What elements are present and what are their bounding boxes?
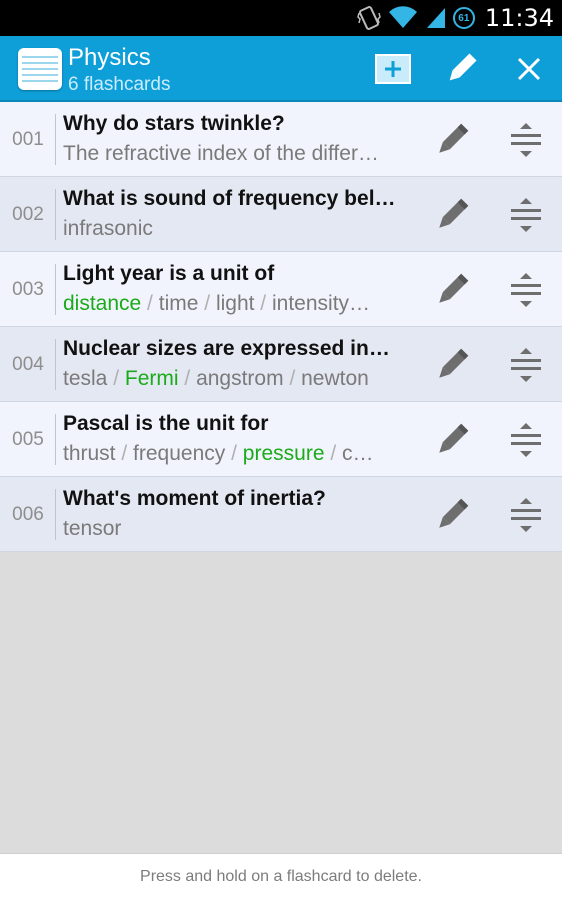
answer-option: infrasonic (63, 217, 153, 240)
battery-icon: 61 (452, 7, 475, 29)
answer-option: tensor (63, 517, 122, 540)
reorder-icon (511, 198, 541, 232)
answer-option: thrust (63, 442, 116, 465)
answer-option: intensity… (271, 292, 371, 315)
flashcard-row[interactable]: 006 What's moment of inertia? tensor (0, 477, 562, 552)
flashcard-answers: infrasonic (63, 217, 403, 241)
edit-flashcard-button[interactable] (424, 264, 480, 316)
signal-icon (425, 6, 447, 30)
answer-option: light (215, 292, 255, 315)
flashcard-answers: The refractive index of the differ… (63, 142, 403, 166)
answer-separator: / (178, 367, 197, 390)
edit-flashcard-button[interactable] (424, 114, 480, 166)
flashcard-number: 002 (0, 177, 56, 252)
answer-separator: / (283, 367, 302, 390)
status-bar: 61 11:34 (0, 0, 562, 36)
correct-answer: pressure (242, 442, 325, 465)
answer-separator: / (115, 442, 134, 465)
flashcard-answers: tesla / Fermi / angstrom / newton (63, 367, 403, 391)
answer-option: angstrom (196, 367, 284, 390)
edit-flashcard-button[interactable] (424, 414, 480, 466)
flashcard-number: 005 (0, 402, 56, 477)
flashcard-answers: tensor (63, 517, 403, 541)
flashcard-answers: distance / time / light / intensity… (63, 292, 403, 316)
pencil-icon (439, 123, 469, 153)
reorder-icon (511, 123, 541, 157)
reorder-handle[interactable] (500, 414, 552, 466)
flashcard-number: 003 (0, 252, 56, 327)
reorder-handle[interactable] (500, 189, 552, 241)
reorder-icon (511, 273, 541, 307)
flashcard-number: 006 (0, 477, 56, 552)
status-icons: 61 11:34 (356, 0, 554, 36)
flashcard-row[interactable]: 004 Nuclear sizes are expressed in… tesl… (0, 327, 562, 402)
correct-answer: Fermi (124, 367, 179, 390)
reorder-icon (511, 498, 541, 532)
reorder-icon (511, 348, 541, 382)
answer-option: newton (301, 367, 369, 390)
edit-flashcard-button[interactable] (424, 189, 480, 241)
clock: 11:34 (484, 4, 554, 32)
add-icon (375, 54, 411, 84)
pencil-icon (439, 498, 469, 528)
reorder-handle[interactable] (500, 114, 552, 166)
flashcard-row[interactable]: 005 Pascal is the unit for thrust / freq… (0, 402, 562, 477)
edit-flashcard-button[interactable] (424, 339, 480, 391)
flashcard-answers: thrust / frequency / pressure / c… (63, 442, 403, 466)
flashcard-count: 6 flashcards (68, 74, 171, 95)
answer-option: frequency (133, 442, 226, 465)
answer-option: time (158, 292, 199, 315)
flashcard-row[interactable]: 001 Why do stars twinkle? The refractive… (0, 102, 562, 177)
action-bar: Physics 6 flashcards (0, 36, 562, 102)
flashcard-row[interactable]: 002 What is sound of frequency bel… infr… (0, 177, 562, 252)
close-button[interactable] (496, 36, 562, 102)
deck-title: Physics (68, 44, 151, 71)
deck-icon[interactable] (18, 48, 62, 90)
correct-answer: distance (63, 292, 142, 315)
reorder-icon (511, 423, 541, 457)
wifi-icon (387, 6, 419, 30)
pencil-icon (439, 423, 469, 453)
flashcard-list: 001 Why do stars twinkle? The refractive… (0, 102, 562, 552)
flashcard-question: Pascal is the unit for (63, 412, 269, 435)
answer-option: c… (342, 442, 374, 465)
edit-deck-button[interactable] (428, 36, 494, 102)
pencil-icon (439, 273, 469, 303)
reorder-handle[interactable] (500, 264, 552, 316)
answer-separator: / (324, 442, 343, 465)
close-icon (517, 57, 541, 81)
vibrate-icon (356, 5, 381, 31)
edit-flashcard-button[interactable] (424, 489, 480, 541)
pencil-icon (439, 348, 469, 378)
add-flashcard-button[interactable] (360, 36, 426, 102)
reorder-handle[interactable] (500, 489, 552, 541)
answer-separator: / (225, 442, 243, 465)
flashcard-question: What is sound of frequency bel… (63, 187, 396, 210)
edit-icon (449, 53, 477, 81)
footer-hint: Press and hold on a flashcard to delete. (0, 853, 562, 900)
flashcard-question: Why do stars twinkle? (63, 112, 285, 135)
flashcard-row[interactable]: 003 Light year is a unit of distance / t… (0, 252, 562, 327)
flashcard-question: What's moment of inertia? (63, 487, 326, 510)
flashcard-question: Nuclear sizes are expressed in… (63, 337, 390, 360)
pencil-icon (439, 198, 469, 228)
answer-separator: / (254, 292, 272, 315)
flashcard-number: 004 (0, 327, 56, 402)
answer-option: tesla (63, 367, 108, 390)
flashcard-number: 001 (0, 102, 56, 177)
answer-separator: / (198, 292, 216, 315)
reorder-handle[interactable] (500, 339, 552, 391)
flashcard-question: Light year is a unit of (63, 262, 275, 285)
answer-separator: / (107, 367, 125, 390)
answer-separator: / (141, 292, 159, 315)
answer-option: The refractive index of the differ… (63, 142, 379, 165)
